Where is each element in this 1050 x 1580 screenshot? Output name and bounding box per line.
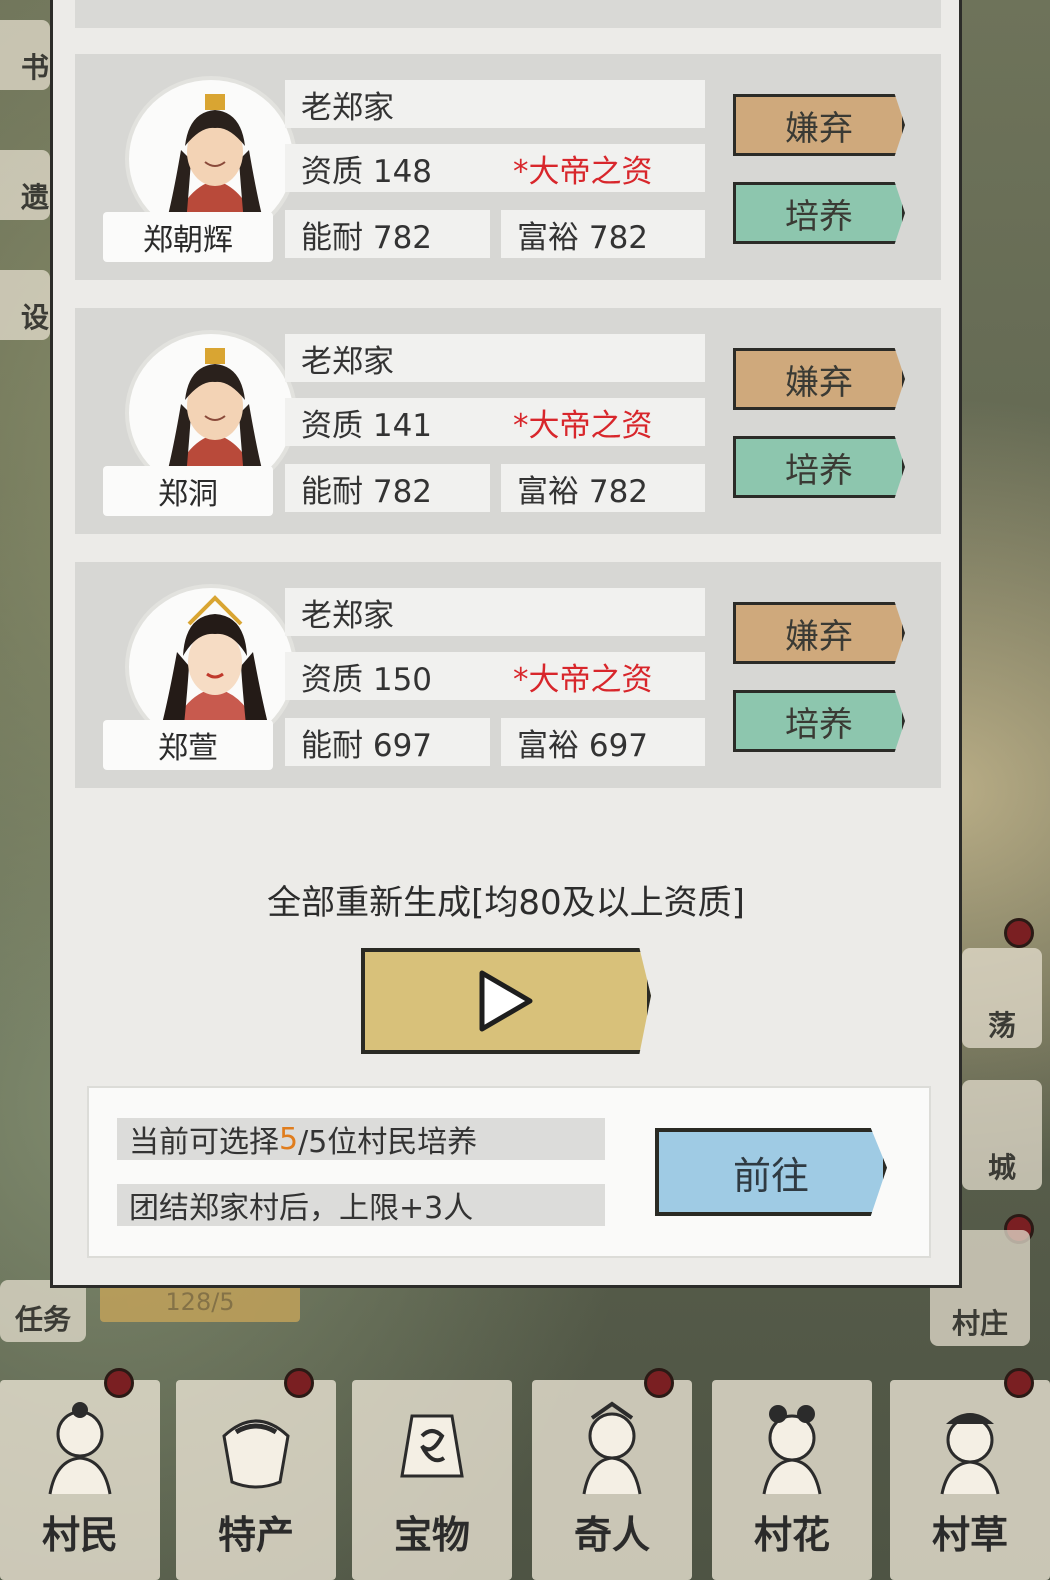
nav-label: 村草 bbox=[931, 1513, 1008, 1557]
notification-dot bbox=[644, 1368, 674, 1398]
villager-name: 郑洞 bbox=[103, 466, 273, 516]
goto-button[interactable]: 前往 bbox=[655, 1128, 887, 1216]
selection-count-line: 当前可选择 5/5位村民培养 bbox=[117, 1118, 605, 1160]
selection-prefix: 当前可选择 bbox=[129, 1125, 279, 1160]
quality-field: 资质 148 *大帝之资 bbox=[285, 144, 705, 192]
nav-stranger[interactable]: 奇人 bbox=[532, 1380, 692, 1580]
notification-dot bbox=[1004, 918, 1034, 948]
quality-field: 资质 141 *大帝之资 bbox=[285, 398, 705, 446]
task-button[interactable]: 任务 bbox=[0, 1280, 86, 1342]
villager-name: 郑朝辉 bbox=[103, 212, 273, 262]
villager-icon bbox=[48, 1402, 112, 1495]
side-button-city[interactable]: 城 bbox=[962, 1080, 1042, 1190]
quality-value: 资质 150 bbox=[301, 661, 433, 698]
nav-villager[interactable]: 村民 bbox=[0, 1380, 160, 1580]
wealth-field: 富裕 782 bbox=[501, 210, 705, 258]
side-button-label: 书 bbox=[20, 51, 49, 84]
selection-suffix: /5位村民培养 bbox=[298, 1125, 478, 1160]
task-label: 任务 bbox=[14, 1303, 71, 1336]
village-beau-icon bbox=[940, 1413, 1000, 1495]
quality-tag: *大帝之资 bbox=[513, 407, 653, 444]
nav-label: 村民 bbox=[41, 1513, 118, 1557]
selection-count: 5 bbox=[279, 1121, 299, 1157]
wealth-field: 富裕 782 bbox=[501, 464, 705, 512]
discard-button[interactable]: 嫌弃 bbox=[733, 602, 905, 664]
discard-button[interactable]: 嫌弃 bbox=[733, 348, 905, 410]
stranger-icon bbox=[582, 1401, 642, 1495]
ability-field: 能耐 697 bbox=[285, 718, 490, 766]
villager-card: 郑洞 老郑家 资质 141 *大帝之资 能耐 782 富裕 782 嫌弃 培养 bbox=[75, 308, 941, 534]
wealth-field: 富裕 697 bbox=[501, 718, 705, 766]
bottom-nav: 村民 特产 宝物 奇人 村花 村草 bbox=[0, 1368, 1050, 1580]
notification-dot bbox=[284, 1368, 314, 1398]
quality-tag: *大帝之资 bbox=[513, 153, 653, 190]
nav-label: 村花 bbox=[753, 1513, 830, 1557]
villager-card: 郑萱 老郑家 资质 150 *大帝之资 能耐 697 富裕 697 嫌弃 培养 bbox=[75, 562, 941, 788]
family-field: 老郑家 bbox=[285, 334, 705, 382]
side-button-label: 遗 bbox=[20, 181, 49, 214]
nav-label: 宝物 bbox=[393, 1513, 470, 1557]
ability-field: 能耐 782 bbox=[285, 210, 490, 258]
discard-button[interactable]: 嫌弃 bbox=[733, 94, 905, 156]
limit-hint-line: 团结郑家村后，上限+3人 bbox=[117, 1184, 605, 1226]
nav-label: 特产 bbox=[217, 1513, 294, 1557]
side-button-label: 城 bbox=[987, 1151, 1016, 1184]
villager-training-dialog: 郑朝辉 老郑家 资质 148 *大帝之资 能耐 782 富裕 782 嫌弃 培养… bbox=[50, 0, 962, 1288]
side-button-book[interactable]: 书 bbox=[0, 20, 50, 90]
notification-dot bbox=[1004, 1368, 1034, 1398]
nav-village-beau[interactable]: 村草 bbox=[890, 1380, 1050, 1580]
side-button-label: 荡 bbox=[987, 1009, 1016, 1042]
play-icon bbox=[479, 970, 533, 1032]
side-button-roam[interactable]: 荡 bbox=[962, 948, 1042, 1048]
train-button[interactable]: 培养 bbox=[733, 436, 905, 498]
family-field: 老郑家 bbox=[285, 588, 705, 636]
ability-field: 能耐 782 bbox=[285, 464, 490, 512]
side-button-label: 设 bbox=[20, 301, 49, 334]
villager-card: 郑朝辉 老郑家 资质 148 *大帝之资 能耐 782 富裕 782 嫌弃 培养 bbox=[75, 54, 941, 280]
village-belle-icon bbox=[762, 1405, 822, 1495]
quality-value: 资质 148 bbox=[301, 153, 433, 190]
train-button[interactable]: 培养 bbox=[733, 182, 905, 244]
previous-card-edge bbox=[75, 0, 941, 28]
nav-treasure[interactable]: 宝物 bbox=[352, 1380, 512, 1580]
treasure-icon bbox=[400, 1414, 464, 1478]
quality-tag: *大帝之资 bbox=[513, 661, 653, 698]
nav-village-belle[interactable]: 村花 bbox=[712, 1380, 872, 1580]
regenerate-description: 全部重新生成[均80及以上资质] bbox=[267, 883, 745, 923]
notification-dot bbox=[104, 1368, 134, 1398]
villager-name: 郑萱 bbox=[103, 720, 273, 770]
training-info-panel: 当前可选择 5/5位村民培养 团结郑家村后，上限+3人 前往 bbox=[87, 1086, 931, 1258]
population-counter: 128/5 bbox=[100, 1282, 300, 1322]
nav-specialty[interactable]: 特产 bbox=[176, 1380, 336, 1580]
family-field: 老郑家 bbox=[285, 80, 705, 128]
side-button-settings[interactable]: 设 bbox=[0, 270, 50, 340]
quality-field: 资质 150 *大帝之资 bbox=[285, 652, 705, 700]
specialty-icon bbox=[222, 1419, 290, 1489]
side-button-relic[interactable]: 遗 bbox=[0, 150, 50, 220]
quality-value: 资质 141 bbox=[301, 407, 433, 444]
nav-label: 奇人 bbox=[573, 1513, 650, 1557]
side-button-label: 村庄 bbox=[951, 1307, 1008, 1340]
train-button[interactable]: 培养 bbox=[733, 690, 905, 752]
regenerate-play-button[interactable] bbox=[361, 948, 651, 1054]
